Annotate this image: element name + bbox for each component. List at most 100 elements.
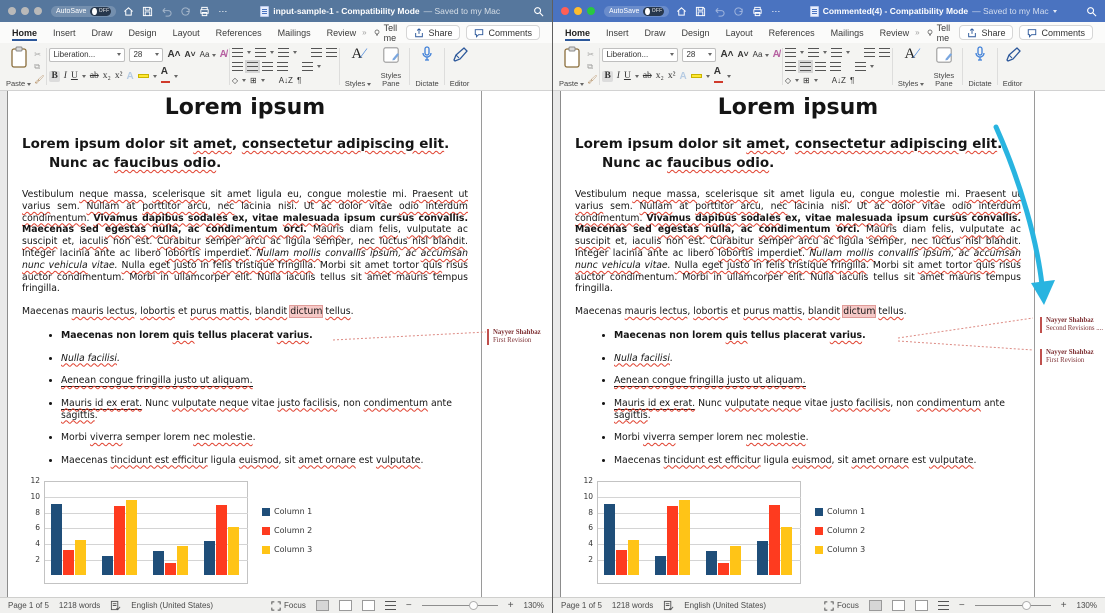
word-count[interactable]: 1218 words <box>59 601 100 610</box>
italic-icon[interactable]: I <box>64 71 67 82</box>
pilcrow-icon[interactable]: ¶ <box>850 76 854 85</box>
margin-comment[interactable]: Nayyer ShahbazSecond Revisions .... <box>1040 317 1104 333</box>
save-icon[interactable] <box>142 6 153 17</box>
styles-button[interactable]: A⁄ Styles <box>342 45 375 88</box>
text-effects-icon[interactable]: A <box>679 72 686 81</box>
styles-pane-button[interactable]: Styles Pane <box>927 45 960 88</box>
zoom-in-button[interactable]: + <box>1061 601 1067 611</box>
print-icon[interactable] <box>752 6 763 17</box>
superscript-icon[interactable]: x² <box>115 71 123 82</box>
tab-home[interactable]: Home <box>12 24 37 41</box>
document-page[interactable]: Lorem ipsum Lorem ipsum dolor sit amet, … <box>9 91 482 597</box>
language-indicator[interactable]: English (United States) <box>684 601 766 610</box>
comments-button[interactable]: Comments <box>466 25 540 40</box>
zoom-slider-knob[interactable] <box>1022 601 1031 610</box>
cut-icon[interactable]: ✂ <box>587 50 597 59</box>
multilevel-list-icon[interactable] <box>831 48 842 57</box>
justify-icon[interactable] <box>277 62 288 71</box>
draft-view-icon[interactable] <box>938 601 949 610</box>
line-spacing-icon[interactable] <box>855 62 866 71</box>
share-button[interactable]: Share <box>959 25 1013 40</box>
change-case-icon[interactable]: Aa <box>200 50 216 59</box>
autosave-switch[interactable]: OFF <box>643 7 664 16</box>
more-commands-icon[interactable]: ⋯ <box>218 6 227 17</box>
bullet-list-icon[interactable] <box>785 48 796 57</box>
font-size-select[interactable]: 28 <box>682 48 716 62</box>
paste-button[interactable]: Paste <box>3 45 34 88</box>
zoom-level[interactable]: 130% <box>1077 601 1097 610</box>
tab-layout[interactable]: Layout <box>173 24 200 41</box>
shading-icon[interactable]: ◇ <box>785 76 791 85</box>
zoom-slider-knob[interactable] <box>469 601 478 610</box>
print-layout-view-icon[interactable] <box>869 600 882 611</box>
tab-review[interactable]: Review <box>327 24 357 41</box>
underline-menu-caret[interactable] <box>82 75 86 78</box>
tab-draw[interactable]: Draw <box>645 24 666 41</box>
tab-draw[interactable]: Draw <box>92 24 113 41</box>
font-color-icon[interactable]: A <box>161 67 170 85</box>
tab-references[interactable]: References <box>216 24 262 41</box>
cut-icon[interactable]: ✂ <box>34 50 44 59</box>
tab-insert[interactable]: Insert <box>53 24 76 41</box>
tab-mailings[interactable]: Mailings <box>831 24 864 41</box>
document-area[interactable]: Lorem ipsum Lorem ipsum dolor sit amet, … <box>553 91 1105 597</box>
home-icon[interactable] <box>676 6 687 17</box>
tab-design[interactable]: Design <box>682 24 710 41</box>
align-center-icon[interactable] <box>800 62 811 71</box>
decrease-indent-icon[interactable] <box>864 48 875 57</box>
subscript-icon[interactable]: x₂ <box>103 71 111 82</box>
tab-insert[interactable]: Insert <box>606 24 629 41</box>
more-tabs-chevron[interactable]: » <box>915 28 919 37</box>
minimize-button[interactable] <box>574 7 582 15</box>
margin-comment[interactable]: Nayyer ShahbazFirst Revision <box>1040 349 1104 365</box>
sort-icon[interactable]: A↓Z <box>279 76 293 85</box>
strikethrough-icon[interactable]: ab <box>90 71 99 82</box>
titlebar[interactable]: AutoSave OFF ⋯ Commented(4) - Compatibil… <box>553 0 1105 22</box>
format-painter-icon[interactable]: 🖌 <box>34 75 44 84</box>
italic-icon[interactable]: I <box>617 71 620 82</box>
borders-icon[interactable]: ⊞ <box>250 76 257 85</box>
bold-icon[interactable]: B <box>49 71 59 82</box>
close-button[interactable] <box>561 7 569 15</box>
editor-button[interactable]: Editor <box>1000 45 1026 88</box>
highlight-menu-caret[interactable] <box>153 75 157 78</box>
page-indicator[interactable]: Page 1 of 5 <box>561 601 602 610</box>
autosave-switch[interactable]: OFF <box>90 7 111 16</box>
focus-button[interactable]: Focus <box>271 601 306 611</box>
superscript-icon[interactable]: x² <box>668 71 676 82</box>
language-indicator[interactable]: English (United States) <box>131 601 213 610</box>
web-layout-view-icon[interactable] <box>339 600 352 611</box>
copy-icon[interactable]: ⧉ <box>587 62 597 72</box>
increase-indent-icon[interactable] <box>326 48 337 57</box>
editor-button[interactable]: Editor <box>447 45 473 88</box>
minimize-button[interactable] <box>21 7 29 15</box>
close-button[interactable] <box>8 7 16 15</box>
outline-view-icon[interactable] <box>362 600 375 611</box>
tell-me-button[interactable]: Tell me <box>926 23 960 43</box>
more-commands-icon[interactable]: ⋯ <box>771 6 780 17</box>
font-name-select[interactable]: Liberation... <box>602 48 678 62</box>
bullet-list-icon[interactable] <box>232 48 243 57</box>
zoom-button[interactable] <box>587 7 595 15</box>
text-effects-icon[interactable]: A <box>126 72 133 81</box>
align-left-icon[interactable] <box>232 62 243 71</box>
font-name-select[interactable]: Liberation... <box>49 48 125 62</box>
titlebar[interactable]: AutoSave OFF ⋯ input-sample-1 - Compatib… <box>0 0 552 22</box>
autosave-toggle[interactable]: AutoSave OFF <box>51 6 116 17</box>
tab-references[interactable]: References <box>769 24 815 41</box>
bold-icon[interactable]: B <box>602 71 612 82</box>
pilcrow-icon[interactable]: ¶ <box>297 76 301 85</box>
tab-review[interactable]: Review <box>880 24 910 41</box>
word-count[interactable]: 1218 words <box>612 601 653 610</box>
web-layout-view-icon[interactable] <box>892 600 905 611</box>
subscript-icon[interactable]: x₂ <box>656 71 664 82</box>
tab-design[interactable]: Design <box>129 24 157 41</box>
shading-icon[interactable]: ◇ <box>232 76 238 85</box>
search-icon[interactable] <box>1086 6 1097 17</box>
search-icon[interactable] <box>533 6 544 17</box>
document-page[interactable]: Lorem ipsum Lorem ipsum dolor sit amet, … <box>562 91 1035 597</box>
font-color-caret[interactable] <box>174 75 178 78</box>
redo-icon[interactable] <box>733 6 744 17</box>
underline-menu-caret[interactable] <box>635 75 639 78</box>
title-chevron-icon[interactable] <box>1053 10 1057 13</box>
